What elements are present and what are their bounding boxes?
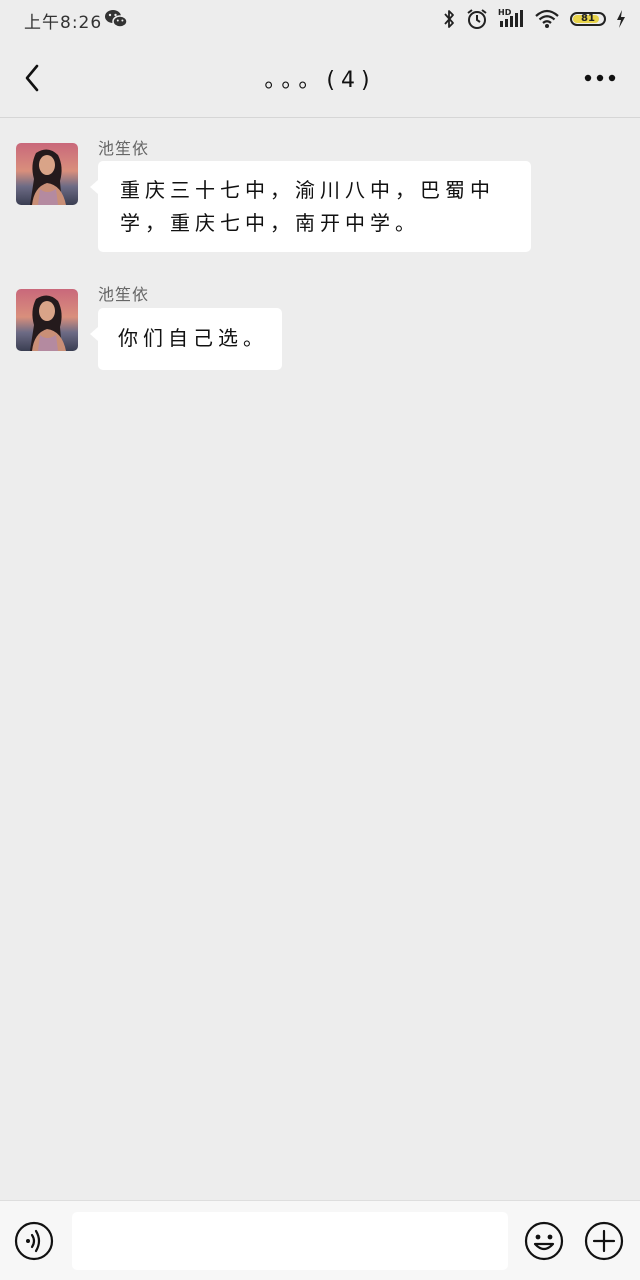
voice-button[interactable]	[14, 1221, 54, 1261]
message-bubble[interactable]: 你们自己选。	[90, 308, 282, 370]
bluetooth-icon	[442, 8, 456, 30]
status-time: 上午8:26	[24, 13, 103, 33]
chat-title: 。。。(4)	[264, 68, 376, 93]
more-dots-icon	[584, 74, 616, 82]
sender-name: 池笙依	[98, 139, 150, 158]
avatar[interactable]	[16, 143, 78, 205]
input-bar	[0, 1200, 640, 1280]
message-text-line: 你们自己选。	[118, 326, 268, 350]
sender-name: 池笙依	[98, 285, 150, 304]
emoji-icon	[524, 1221, 564, 1261]
back-chevron-icon	[25, 64, 39, 92]
signal-icon: HD	[498, 8, 524, 30]
battery-icon: 81	[570, 12, 606, 26]
status-icons: HD 81	[442, 6, 626, 32]
nav-bar: 。。。(4)	[0, 40, 640, 118]
voice-icon	[14, 1221, 54, 1261]
battery-level: 81	[581, 13, 595, 24]
chat-screen: 上午8:26 HD 81 。。。(4) 池笙依 重庆三十七中，渝川八中，巴蜀中 …	[0, 0, 640, 1280]
wechat-icon	[104, 8, 128, 30]
avatar[interactable]	[16, 289, 78, 351]
plus-button[interactable]	[584, 1221, 624, 1261]
status-bar: 上午8:26 HD 81	[0, 0, 640, 40]
message-bubble[interactable]: 重庆三十七中，渝川八中，巴蜀中 学，重庆七中，南开中学。	[90, 161, 531, 252]
plus-icon	[584, 1221, 624, 1261]
message-input[interactable]	[72, 1212, 508, 1270]
emoji-button[interactable]	[524, 1221, 564, 1261]
message-text-line: 重庆三十七中，渝川八中，巴蜀中	[120, 178, 495, 202]
more-button[interactable]	[580, 62, 620, 94]
back-button[interactable]	[14, 60, 50, 96]
alarm-icon	[466, 8, 488, 30]
charging-icon	[616, 10, 626, 28]
message-text-line: 学，重庆七中，南开中学。	[120, 211, 420, 235]
wifi-icon	[534, 8, 560, 30]
